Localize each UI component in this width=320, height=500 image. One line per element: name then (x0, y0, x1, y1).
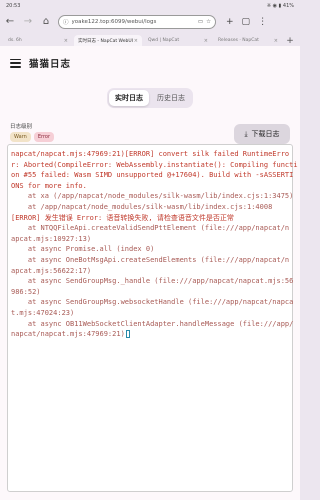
more-menu-icon[interactable]: ⋮ (258, 17, 267, 27)
app-title: 猫猫日志 (29, 59, 72, 70)
browser-tab[interactable]: Releases · NapCat × (214, 35, 282, 46)
browser-tab[interactable]: 实时日志 - NapCat WebUI × (74, 35, 142, 46)
log-line-text: apcat.mjs:56622:17) (11, 266, 92, 275)
browser-tab-strip: ds. 6h × 实时日志 - NapCat WebUI × Qwd | NapCat ×… (0, 32, 300, 46)
log-line-text: at async SendGroupMsg._handle (file:///a… (11, 277, 294, 286)
status-time: 20:53 (6, 3, 21, 9)
log-line: on #55 failed: Wasm SIMD unsupported @+1… (11, 170, 293, 181)
log-level-chip-warn[interactable]: Warn (10, 132, 31, 142)
log-level-chip-error[interactable]: Error (33, 132, 55, 142)
browser-tab[interactable]: Qwd | NapCat × (144, 35, 212, 46)
log-line-text: 986:52) (11, 287, 41, 296)
status-icons: ※ ◉ ▮ 41% (266, 3, 294, 9)
log-line: apcat.mjs:56622:17) (11, 266, 289, 277)
log-line: at /app/napcat/node_modules/silk-wasm/li… (11, 202, 289, 213)
forward-icon[interactable]: → (22, 17, 34, 27)
add-tab-icon[interactable]: + (284, 36, 296, 46)
log-line: apcat.mjs:10927:13) (11, 234, 289, 245)
log-line-text: [ERROR] 发生错误 Error: 语音转换失败, 请检查语音文件是否正常 (11, 213, 234, 222)
browser-tab-label: ds. 6h (8, 38, 22, 43)
hamburger-menu-icon[interactable] (10, 58, 21, 68)
download-logs-label: 下载日志 (251, 130, 280, 138)
bookmark-icon[interactable]: ☆ (206, 19, 211, 25)
log-line-text: napcat/napcat.mjs:47969:21)[ERROR] conve… (11, 150, 290, 158)
log-line: at async SendGroupMsg._handle (file:///a… (11, 276, 294, 287)
log-line: at async Promise.all (index 0) (11, 244, 289, 255)
log-line-text: t.mjs:47024:23) (11, 308, 75, 317)
log-line: at async SendGroupMsg.websocketHandle (f… (11, 297, 294, 308)
terminal-cursor (125, 330, 130, 339)
log-line-text: at /app/napcat/node_modules/silk-wasm/li… (11, 202, 273, 211)
log-line-text: at async OB11WebSocketClientAdapter.hand… (11, 319, 294, 328)
log-line-text: apcat.mjs:10927:13) (11, 234, 92, 243)
log-level-select[interactable]: 日志级别 Warn Error (10, 122, 55, 142)
log-line: ONS for more info. (11, 181, 289, 192)
log-line-text: on #55 failed: Wasm SIMD unsupported @+1… (11, 171, 294, 180)
log-line-text: napcat/napcat.mjs:47969:21) (11, 330, 125, 339)
info-icon[interactable]: ⓘ (63, 18, 69, 26)
log-level-label: 日志级别 (10, 124, 33, 130)
log-line: [ERROR] 发生错误 Error: 语音转换失败, 请检查语音文件是否正常 (11, 213, 289, 224)
log-line: at async OB11WebSocketClientAdapter.hand… (11, 319, 294, 330)
log-line-text: at async OneBotMsgApi.createSendElements… (11, 255, 290, 264)
log-line-text: ONS for more info. (11, 181, 87, 190)
new-tab-icon[interactable]: + (226, 17, 234, 27)
log-line: napcat/napcat.mjs:47969:21) (11, 329, 289, 340)
log-line: at xa (/app/napcat/node_modules/silk-was… (11, 191, 294, 202)
webui-page: 猫猫日志 实时日志 历史日志 日志级别 Warn Error ⤓ 下载日志 na… (0, 46, 300, 500)
log-line: napcat/napcat.mjs:47969:21)[ERROR] conve… (11, 149, 289, 160)
log-line: r: Aborted(CompileError: WebAssembly.ins… (11, 160, 298, 171)
close-tab-icon[interactable]: × (64, 38, 68, 44)
log-line-text: at NTQQFileApi.createValidSendPttElement… (11, 224, 290, 233)
browser-tab[interactable]: ds. 6h × (4, 35, 72, 46)
log-line-text: at xa (/app/napcat/node_modules/silk-was… (11, 192, 294, 201)
system-status-bar: 20:53 ※ ◉ ▮ 41% (0, 0, 300, 12)
browser-tab-label: Qwd | NapCat (148, 38, 180, 43)
url-text: yoake122.top:6099/webui/logs (71, 19, 157, 25)
log-line: at NTQQFileApi.createValidSendPttElement… (11, 223, 289, 234)
tab-realtime-logs[interactable]: 实时日志 (109, 90, 149, 106)
close-tab-icon[interactable]: × (274, 38, 278, 44)
download-logs-button[interactable]: ⤓ 下载日志 (234, 124, 290, 144)
home-icon[interactable]: ⌂ (40, 17, 52, 27)
reader-mode-icon[interactable]: ▭ (198, 19, 203, 25)
address-bar[interactable]: ⓘ yoake122.top:6099/webui/logs ▭ ☆ (58, 15, 216, 29)
tab-history-logs[interactable]: 历史日志 (151, 90, 191, 106)
log-line-text: at async Promise.all (index 0) (11, 245, 155, 254)
close-tab-icon[interactable]: × (134, 38, 138, 44)
download-icon: ⤓ (244, 129, 248, 138)
log-line-text: r: Aborted(CompileError: WebAssembly.ins… (11, 160, 298, 169)
tab-count-icon[interactable]: ▢ (242, 17, 251, 27)
browser-tab-label: 实时日志 - NapCat WebUI (78, 38, 133, 44)
close-tab-icon[interactable]: × (204, 38, 208, 44)
log-line-text: at async SendGroupMsg.websocketHandle (f… (11, 298, 294, 307)
browser-toolbar: ← → ⌂ ⓘ yoake122.top:6099/webui/logs ▭ ☆… (0, 12, 300, 32)
log-line: t.mjs:47024:23) (11, 308, 289, 319)
back-icon[interactable]: ← (4, 17, 16, 27)
app-header: 猫猫日志 (0, 46, 300, 80)
log-mode-tabs: 实时日志 历史日志 (107, 88, 193, 108)
browser-tab-label: Releases · NapCat (218, 38, 259, 43)
log-line: at async OneBotMsgApi.createSendElements… (11, 255, 289, 266)
log-terminal[interactable]: napcat/napcat.mjs:47969:21)[ERROR] conve… (7, 144, 298, 492)
log-line: 986:52) (11, 287, 289, 298)
